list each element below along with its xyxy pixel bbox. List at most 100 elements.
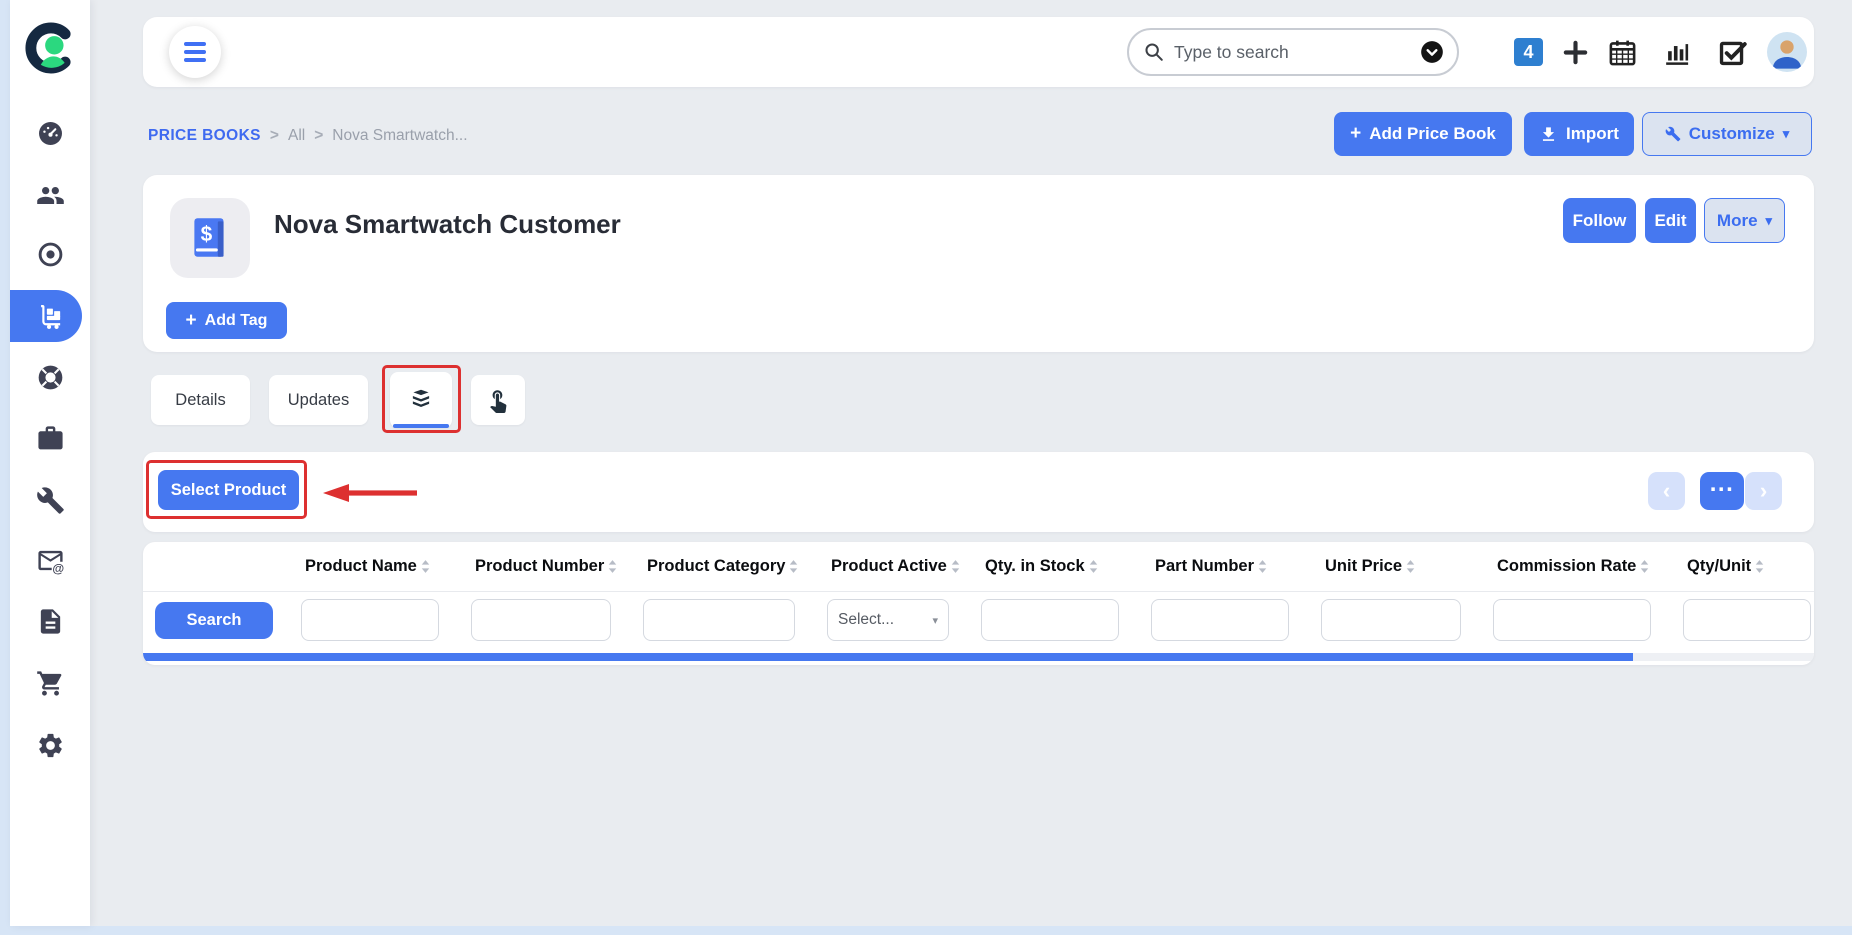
hand-tool-icon bbox=[485, 387, 511, 413]
price-book-icon-tile: $ bbox=[170, 198, 250, 278]
app-logo[interactable] bbox=[24, 22, 76, 74]
app-root: @ 4 PRICE BOOKS > All bbox=[0, 0, 1852, 935]
tab-related-tools[interactable] bbox=[471, 375, 525, 425]
add-tag-button[interactable]: + Add Tag bbox=[166, 302, 287, 339]
column-header-part-number[interactable]: Part Number bbox=[1151, 557, 1321, 576]
window-edge-bottom bbox=[0, 926, 1852, 935]
breadcrumb-root[interactable]: PRICE BOOKS bbox=[148, 127, 261, 145]
search-scope-dropdown-icon[interactable] bbox=[1419, 39, 1445, 65]
filter-input-qty-in-stock[interactable] bbox=[981, 599, 1119, 641]
sidebar-item-settings[interactable] bbox=[26, 721, 74, 769]
sort-icon[interactable] bbox=[607, 559, 618, 574]
select-placeholder: Select... bbox=[838, 611, 894, 629]
sidebar-item-email[interactable]: @ bbox=[26, 536, 74, 584]
search-icon bbox=[1143, 41, 1165, 63]
filter-input-part-number[interactable] bbox=[1151, 599, 1289, 641]
sidebar-item-dashboard[interactable] bbox=[26, 109, 74, 157]
customize-label: Customize bbox=[1689, 124, 1775, 144]
search-button[interactable]: Search bbox=[155, 602, 273, 639]
caret-down-icon: ▾ bbox=[1783, 126, 1790, 142]
filter-cell-actions: Search bbox=[143, 602, 301, 639]
filter-input-product-category[interactable] bbox=[643, 599, 795, 641]
calendar-icon[interactable] bbox=[1607, 37, 1638, 68]
column-label: Product Number bbox=[475, 557, 604, 576]
sidebar-item-help[interactable] bbox=[26, 353, 74, 401]
add-price-book-button[interactable]: + Add Price Book bbox=[1334, 112, 1512, 156]
breadcrumb-separator: > bbox=[314, 127, 323, 145]
edit-button[interactable]: Edit bbox=[1645, 198, 1696, 243]
sort-icon[interactable] bbox=[420, 559, 431, 574]
follow-button[interactable]: Follow bbox=[1563, 198, 1636, 243]
wrench-icon bbox=[36, 486, 65, 515]
hamburger-icon bbox=[184, 42, 206, 46]
column-header-product-category[interactable]: Product Category bbox=[643, 557, 827, 576]
column-label: Product Category bbox=[647, 557, 785, 576]
svg-text:$: $ bbox=[201, 223, 213, 246]
svg-text:@: @ bbox=[52, 561, 64, 574]
filter-input-qty-unit[interactable] bbox=[1683, 599, 1811, 641]
logo-icon bbox=[24, 22, 76, 74]
filter-input-product-number[interactable] bbox=[471, 599, 611, 641]
sidebar-item-cart[interactable] bbox=[26, 659, 74, 707]
filter-input-unit-price[interactable] bbox=[1321, 599, 1461, 641]
quick-add-icon[interactable] bbox=[1560, 37, 1591, 68]
sidebar-item-targets[interactable] bbox=[26, 230, 74, 278]
tab-products[interactable] bbox=[390, 372, 452, 428]
breadcrumb-parent[interactable]: All bbox=[288, 127, 305, 145]
search-input[interactable] bbox=[1174, 42, 1410, 63]
customize-button[interactable]: Customize ▾ bbox=[1642, 112, 1812, 156]
caret-down-icon: ▾ bbox=[1766, 213, 1773, 229]
tab-updates[interactable]: Updates bbox=[269, 375, 368, 425]
column-header-unit-price[interactable]: Unit Price bbox=[1321, 557, 1493, 576]
sort-icon[interactable] bbox=[1405, 559, 1416, 574]
table-filter-row: Search Select... ▾ bbox=[143, 592, 1814, 648]
filter-select-product-active[interactable]: Select... ▾ bbox=[827, 599, 949, 641]
open-box-icon bbox=[408, 387, 434, 413]
pagination-current-button[interactable]: ... bbox=[1700, 472, 1744, 510]
caret-down-icon: ▾ bbox=[932, 614, 938, 627]
record-header-card: $ Nova Smartwatch Customer Follow Edit M… bbox=[143, 175, 1814, 352]
select-product-button[interactable]: Select Product bbox=[158, 470, 299, 510]
pagination-prev-button[interactable]: ‹ bbox=[1648, 472, 1685, 510]
sort-icon[interactable] bbox=[1088, 559, 1099, 574]
global-search[interactable] bbox=[1127, 28, 1459, 76]
sort-icon[interactable] bbox=[950, 559, 961, 574]
horizontal-scrollbar[interactable] bbox=[143, 653, 1814, 661]
sort-icon[interactable] bbox=[1639, 559, 1650, 574]
shopping-cart-icon bbox=[36, 669, 65, 698]
user-avatar-icon bbox=[1767, 32, 1807, 72]
sidebar-item-contacts[interactable] bbox=[26, 171, 74, 219]
sidebar-item-documents[interactable] bbox=[26, 597, 74, 645]
scrollbar-thumb[interactable] bbox=[143, 653, 1633, 661]
chart-icon[interactable] bbox=[1661, 37, 1692, 68]
import-button[interactable]: Import bbox=[1524, 112, 1634, 156]
notification-count-badge[interactable]: 4 bbox=[1514, 38, 1543, 66]
more-button[interactable]: More ▾ bbox=[1704, 198, 1785, 243]
tasks-icon[interactable] bbox=[1717, 37, 1748, 68]
sidebar-item-business[interactable] bbox=[26, 414, 74, 462]
filter-input-product-name[interactable] bbox=[301, 599, 439, 641]
filter-input-commission-rate[interactable] bbox=[1493, 599, 1651, 641]
sidebar-item-products[interactable] bbox=[26, 292, 74, 340]
add-price-book-label: Add Price Book bbox=[1369, 124, 1496, 144]
hamburger-menu-button[interactable] bbox=[169, 26, 221, 78]
download-icon bbox=[1539, 125, 1558, 144]
avatar[interactable] bbox=[1767, 32, 1807, 72]
wrench-icon bbox=[1665, 126, 1681, 142]
add-tag-label: Add Tag bbox=[205, 312, 268, 330]
sort-icon[interactable] bbox=[1257, 559, 1268, 574]
column-header-product-number[interactable]: Product Number bbox=[471, 557, 643, 576]
email-at-icon: @ bbox=[36, 546, 65, 575]
column-header-qty-unit[interactable]: Qty/Unit bbox=[1683, 557, 1814, 576]
pagination-next-button[interactable]: › bbox=[1745, 472, 1782, 510]
sort-icon[interactable] bbox=[788, 559, 799, 574]
column-header-product-active[interactable]: Product Active bbox=[827, 557, 981, 576]
sort-icon[interactable] bbox=[1754, 559, 1765, 574]
document-icon bbox=[36, 607, 65, 636]
tab-details[interactable]: Details bbox=[151, 375, 250, 425]
column-label: Qty/Unit bbox=[1687, 557, 1751, 576]
sidebar-item-tools[interactable] bbox=[26, 476, 74, 524]
column-header-commission-rate[interactable]: Commission Rate bbox=[1493, 557, 1683, 576]
column-header-product-name[interactable]: Product Name bbox=[301, 557, 471, 576]
column-header-qty-in-stock[interactable]: Qty. in Stock bbox=[981, 557, 1151, 576]
